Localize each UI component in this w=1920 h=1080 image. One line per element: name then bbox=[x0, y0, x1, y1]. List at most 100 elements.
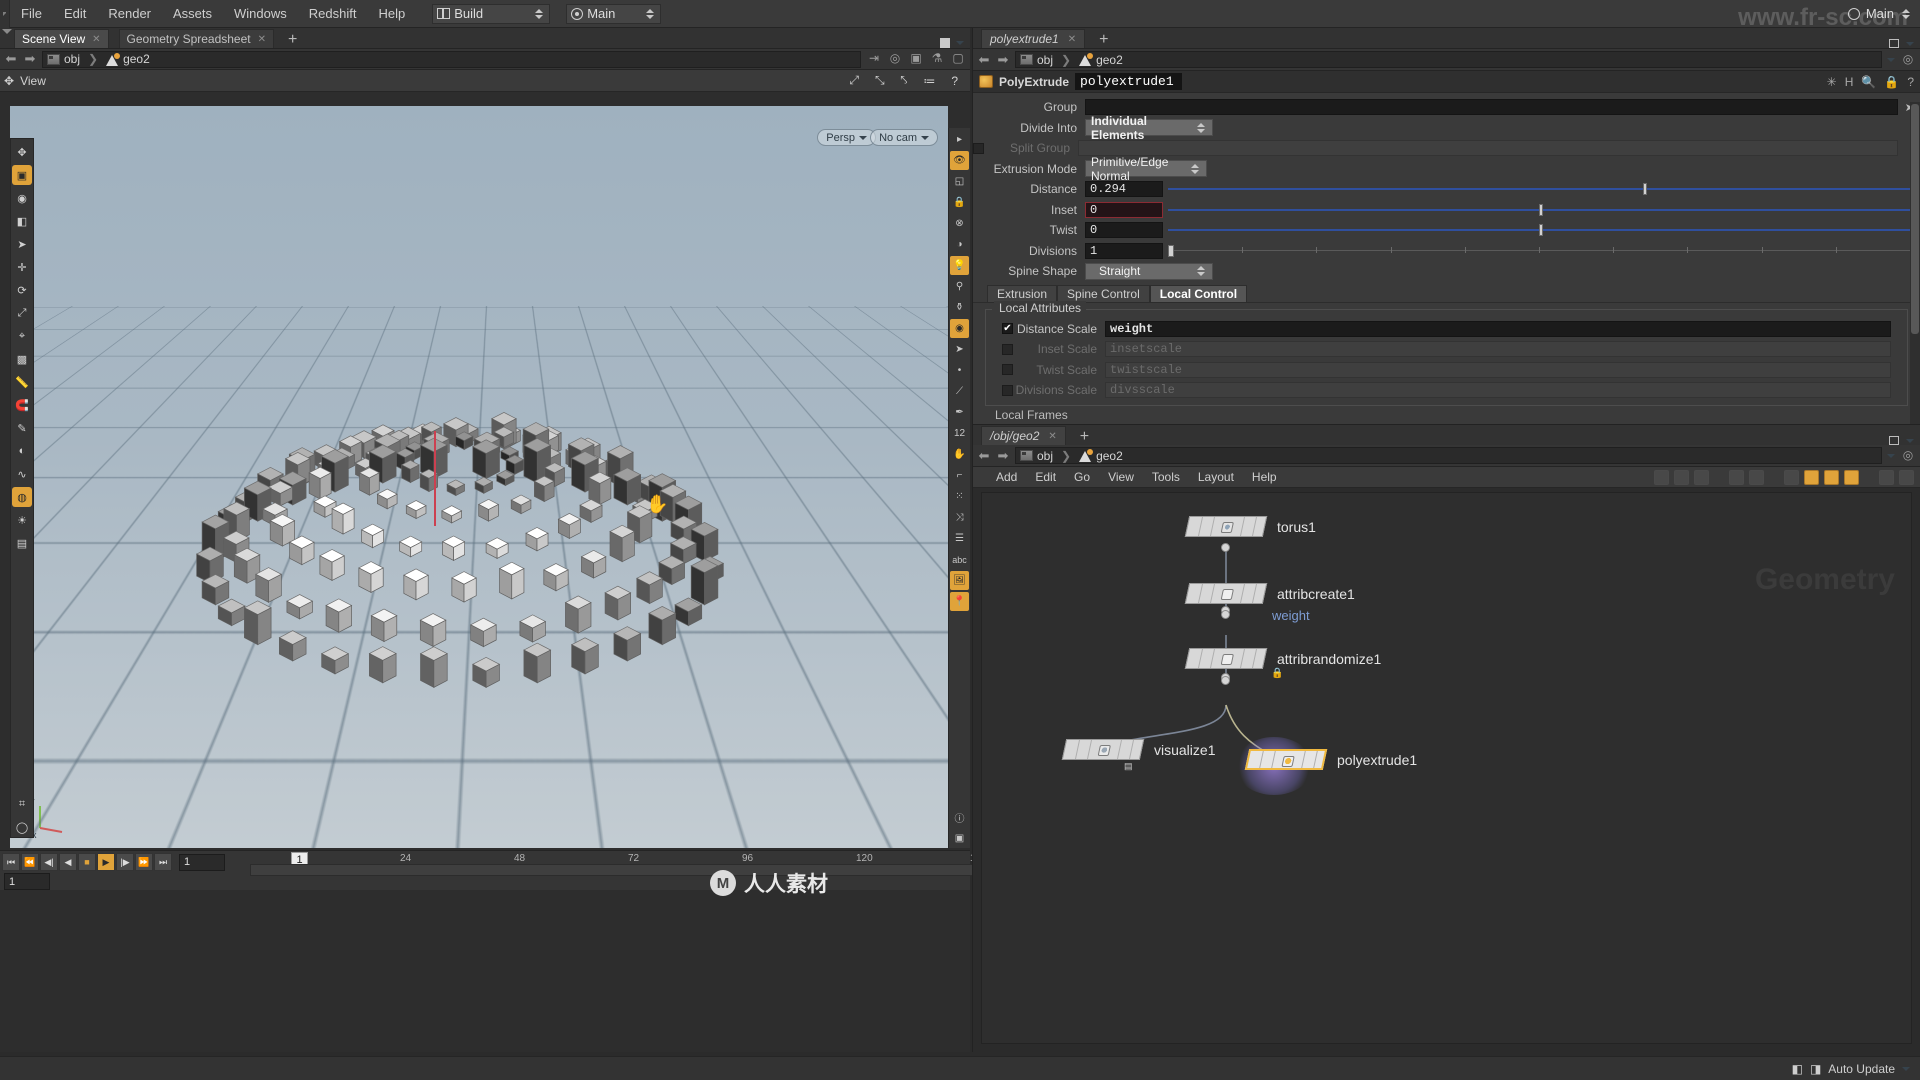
tool-scale-icon[interactable]: ⤢ bbox=[12, 303, 32, 323]
param-slider-inset[interactable] bbox=[1168, 202, 1910, 218]
tool-rotate-icon[interactable]: ⟳ bbox=[12, 280, 32, 300]
info-icon[interactable]: ⓘ bbox=[950, 808, 969, 827]
tab-scene-view[interactable]: Scene View ✕ bbox=[14, 29, 109, 48]
hand-icon[interactable]: ✋ bbox=[950, 445, 969, 464]
tab-polyextrude1[interactable]: polyextrude1 ✕ bbox=[981, 29, 1086, 48]
tabbar-collapse-arrow[interactable] bbox=[2, 29, 12, 34]
pane-menu-chevron-down-icon[interactable] bbox=[1906, 41, 1914, 46]
close-icon[interactable]: ✕ bbox=[1048, 431, 1056, 442]
viewport-options-icon[interactable]: ✥ bbox=[4, 74, 14, 88]
env-light-icon[interactable]: ◉ bbox=[950, 319, 969, 338]
node-body[interactable] bbox=[1184, 516, 1268, 537]
takes-selector[interactable]: Main bbox=[566, 3, 662, 24]
pane-menu-chevron-down-icon[interactable] bbox=[1906, 438, 1914, 443]
local-attr-checkbox-distance-scale[interactable]: ✔ bbox=[1002, 323, 1013, 335]
netmenu-tools[interactable]: Tools bbox=[1143, 470, 1189, 484]
node-name-field[interactable]: polyextrude1 bbox=[1075, 73, 1182, 90]
netmenu-layout[interactable]: Layout bbox=[1189, 470, 1243, 484]
scene-breadcrumb[interactable]: obj ❯ geo2 bbox=[42, 50, 861, 68]
pin-icon[interactable]: ◎ bbox=[1900, 52, 1916, 68]
search-icon[interactable]: 🔍 bbox=[1861, 75, 1876, 89]
tool-group-icon[interactable]: ▩ bbox=[12, 349, 32, 369]
menu-render[interactable]: Render bbox=[97, 0, 162, 28]
maximize-pane-icon[interactable] bbox=[1889, 39, 1899, 48]
param-menu-spine-shape[interactable]: Straight bbox=[1085, 262, 1213, 280]
tool-magnet-icon[interactable]: 🧲 bbox=[12, 395, 32, 415]
menubar-right-spinner[interactable] bbox=[1900, 6, 1912, 22]
desktop-spinner[interactable] bbox=[533, 6, 545, 22]
param-slider-distance[interactable] bbox=[1168, 181, 1910, 197]
snapshot-b-icon[interactable]: ⤡ bbox=[875, 73, 885, 88]
tab-geometry-spreadsheet[interactable]: Geometry Spreadsheet ✕ bbox=[118, 29, 275, 48]
tool-measure-icon[interactable]: 📏 bbox=[12, 372, 32, 392]
abc-icon[interactable]: abc bbox=[950, 550, 969, 569]
snapshot-icon[interactable]: ▣ bbox=[950, 829, 969, 848]
pin-icon[interactable]: ◎ bbox=[1900, 448, 1916, 464]
dot-icon[interactable]: • bbox=[950, 361, 969, 380]
netmenu-edit[interactable]: Edit bbox=[1026, 470, 1065, 484]
target-icon[interactable]: ◎ bbox=[887, 51, 903, 67]
tool-move-icon[interactable]: ✛ bbox=[12, 257, 32, 277]
xray-icon[interactable]: ⊗ bbox=[950, 214, 969, 233]
param-input-distance[interactable]: 0.294 bbox=[1085, 181, 1163, 198]
node-body[interactable] bbox=[1061, 739, 1145, 760]
node-visualize1[interactable]: visualize1 ▤ bbox=[1061, 739, 1215, 771]
param-menu-divide-into[interactable]: Individual Elements bbox=[1085, 114, 1213, 142]
grid-layout-icon[interactable] bbox=[1729, 469, 1744, 485]
maximize-pane-icon[interactable] bbox=[940, 38, 950, 48]
points-icon[interactable]: ⁙ bbox=[950, 487, 969, 506]
takes-spinner[interactable] bbox=[644, 6, 656, 22]
netmenu-help[interactable]: Help bbox=[1243, 470, 1286, 484]
shade-icon[interactable]: ◑ bbox=[950, 235, 969, 254]
help-asset-icon[interactable]: H bbox=[1845, 75, 1854, 89]
question-icon[interactable]: ? bbox=[1907, 75, 1914, 89]
guide-icon[interactable]: ⟋ bbox=[950, 382, 969, 401]
node-display-flag-icon[interactable]: ▤ bbox=[1124, 761, 1133, 772]
local-attr-input-distance-scale[interactable]: weight bbox=[1105, 320, 1891, 337]
lock-icon[interactable]: 🔒 bbox=[1884, 75, 1899, 89]
image-icon[interactable]: 🖼 bbox=[950, 571, 969, 590]
pen-icon[interactable]: ✒ bbox=[950, 403, 969, 422]
menu-help[interactable]: Help bbox=[367, 0, 416, 28]
display-eye-icon[interactable]: 👁 bbox=[950, 151, 969, 170]
forward-arrow-icon[interactable]: ➡ bbox=[23, 51, 37, 67]
network-canvas[interactable]: Geometry torus1 attribcreate1 weight att… bbox=[981, 492, 1912, 1044]
gear-icon[interactable]: ✳ bbox=[1827, 75, 1837, 89]
range-start2-field[interactable]: 1 bbox=[4, 873, 50, 890]
tool-light-icon[interactable]: ☀ bbox=[12, 510, 32, 530]
jump-start-icon[interactable]: ⏮ bbox=[2, 853, 20, 871]
breadcrumb-obj[interactable]: obj bbox=[64, 52, 80, 66]
menu-windows[interactable]: Windows bbox=[223, 0, 298, 28]
auto-update-label[interactable]: Auto Update bbox=[1828, 1062, 1895, 1076]
color-icon[interactable] bbox=[1784, 469, 1799, 485]
snapshot-a-icon[interactable]: ⤢ bbox=[849, 73, 859, 88]
netmenu-add[interactable]: Add bbox=[987, 470, 1026, 484]
netmenu-view[interactable]: View bbox=[1099, 470, 1143, 484]
param-input-twist[interactable]: 0 bbox=[1085, 222, 1163, 239]
stop-icon[interactable]: ■ bbox=[78, 853, 96, 871]
light-toggle-icon[interactable]: 💡 bbox=[950, 256, 969, 275]
list-icon[interactable]: ☰ bbox=[950, 529, 969, 548]
subtab-local-control[interactable]: Local Control bbox=[1149, 284, 1248, 302]
viewport-3d[interactable]: Persp No cam x y ✋ bbox=[10, 106, 948, 848]
breadcrumb-geo2[interactable]: geo2 bbox=[123, 52, 150, 66]
close-icon[interactable]: ✕ bbox=[1068, 34, 1076, 45]
node-lock-icon[interactable]: 🔒 bbox=[1271, 668, 1283, 679]
node-output-port[interactable] bbox=[1221, 610, 1230, 619]
close-icon[interactable]: ✕ bbox=[92, 34, 100, 45]
node-torus1[interactable]: torus1 bbox=[1184, 516, 1316, 537]
menu-redshift[interactable]: Redshift bbox=[298, 0, 368, 28]
shape-icon[interactable] bbox=[1804, 469, 1819, 485]
prev-key-icon[interactable]: ⏪ bbox=[21, 853, 39, 871]
param-slider-divisions[interactable] bbox=[1168, 243, 1910, 259]
chevron-down-icon[interactable] bbox=[1902, 1066, 1910, 1071]
tool-snap-icon[interactable]: ⌖ bbox=[12, 326, 32, 346]
tool-select-icon[interactable]: ▣ bbox=[12, 165, 32, 185]
parameter-scrollbar[interactable] bbox=[1910, 102, 1920, 424]
tool-origin-icon[interactable]: ⌗ bbox=[12, 794, 32, 814]
cube-icon[interactable]: ▣ bbox=[908, 51, 924, 67]
maximize-pane-icon[interactable] bbox=[1889, 436, 1899, 445]
back-arrow-icon[interactable]: ⬅ bbox=[4, 51, 18, 67]
spot-light-icon[interactable]: ⚱ bbox=[950, 298, 969, 317]
point-light-icon[interactable]: ⚲ bbox=[950, 277, 969, 296]
